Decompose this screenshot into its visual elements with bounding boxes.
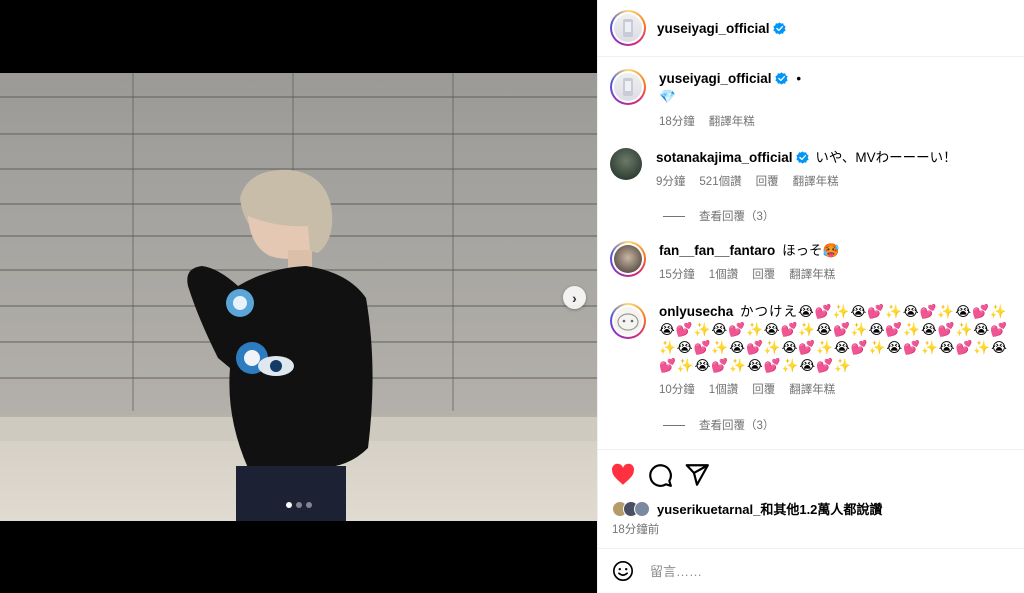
likes-text: yuserikuetarnal_和其他1.2萬人都說讚 (657, 502, 883, 517)
comment-time: 10分鐘 (659, 384, 695, 396)
post-photo (0, 73, 597, 521)
post-timestamp[interactable]: 18分鐘前 (612, 521, 659, 537)
carousel-dot-1 (286, 502, 292, 508)
view-replies-label: 查看回覆（3） (699, 211, 775, 223)
translate-button[interactable]: 翻譯年糕 (793, 173, 839, 191)
caption-translate-button[interactable]: 翻譯年糕 (709, 113, 755, 131)
commenter-avatar[interactable] (610, 241, 646, 277)
post-actions: yuserikuetarnal_和其他1.2萬人都說讚 18分鐘前 (598, 449, 1024, 545)
comment-text: いや、MVわーーーい！ (815, 150, 957, 165)
author-username[interactable]: yuseiyagi_official (657, 21, 770, 36)
carousel-dots (286, 502, 312, 508)
view-replies-button[interactable]: 查看回覆（3） (663, 208, 774, 224)
post-caption: yuseiyagi_official • 💎 18分鐘 翻譯年糕 (610, 69, 1020, 131)
caption-time: 18分鐘 (659, 116, 695, 128)
comments-list[interactable]: yuseiyagi_official • 💎 18分鐘 翻譯年糕 sotanak… (598, 58, 1024, 450)
author-avatar[interactable] (610, 10, 646, 46)
caption-avatar[interactable] (610, 69, 646, 105)
media-viewer: › (0, 0, 597, 593)
commenter-avatar[interactable] (610, 148, 642, 180)
translate-button[interactable]: 翻譯年糕 (789, 266, 835, 284)
likes-summary[interactable]: yuserikuetarnal_和其他1.2萬人都說讚 (612, 499, 882, 518)
comment-likes[interactable]: 521個讚 (699, 173, 741, 191)
add-comment-bar (598, 548, 1024, 593)
liker-avatar (634, 500, 650, 517)
comment-input[interactable] (650, 563, 990, 579)
reply-button[interactable]: 回覆 (756, 173, 779, 191)
view-replies-label: 查看回覆（3） (699, 420, 775, 432)
commenter-username[interactable]: sotanakajima_official (656, 150, 793, 165)
verified-badge-icon (774, 72, 788, 85)
commenter-username[interactable]: onlyusecha (659, 304, 733, 319)
comment-time: 9分鐘 (656, 176, 686, 188)
commenter-avatar[interactable] (610, 303, 646, 339)
comment-item: fan__fan__fantaro ほっそ🥵 15分鐘 1個讚 回覆 翻譯年糕 (610, 241, 1020, 284)
view-replies-button[interactable]: 查看回覆（3） (663, 417, 774, 433)
carousel-dot-3 (306, 502, 312, 508)
caption-separator: • (796, 71, 802, 86)
next-slide-button[interactable]: › (563, 286, 586, 309)
comment-item: sotanakajima_official いや、MVわーーーい！ 9分鐘 52… (610, 148, 1020, 191)
comment-time: 15分鐘 (659, 269, 695, 281)
share-send-icon[interactable] (684, 462, 710, 488)
comment-item: onlyusecha かつけえ😭💕✨😭💕✨😭💕✨😭💕✨😭💕✨😭💕✨😭💕✨😭💕✨😭… (610, 303, 1020, 399)
post-side-panel: yuseiyagi_official yuseiyagi_official • (597, 0, 1024, 593)
like-heart-icon[interactable] (610, 462, 636, 488)
reply-button[interactable]: 回覆 (752, 266, 775, 284)
comment-text: ほっそ🥵 (782, 243, 840, 258)
comment-likes[interactable]: 1個讚 (709, 266, 738, 284)
person-figure (187, 169, 373, 521)
post-modal: › yuseiyagi_official yuseiyagi_official … (0, 0, 1024, 593)
verified-badge-icon (795, 151, 809, 164)
reply-button[interactable]: 回覆 (752, 381, 775, 399)
carousel-dot-2 (296, 502, 302, 508)
commenter-username[interactable]: fan__fan__fantaro (659, 243, 775, 258)
emoji-picker-icon[interactable] (612, 560, 634, 582)
caption-username[interactable]: yuseiyagi_official (659, 71, 772, 86)
caption-text: 💎 (659, 89, 676, 104)
divider-line (663, 424, 685, 426)
comment-bubble-icon[interactable] (647, 462, 673, 488)
comment-likes[interactable]: 1個讚 (709, 381, 738, 399)
verified-badge-icon (772, 21, 786, 35)
post-header: yuseiyagi_official (598, 0, 1024, 57)
divider-line (663, 215, 685, 217)
translate-button[interactable]: 翻譯年糕 (789, 381, 835, 399)
